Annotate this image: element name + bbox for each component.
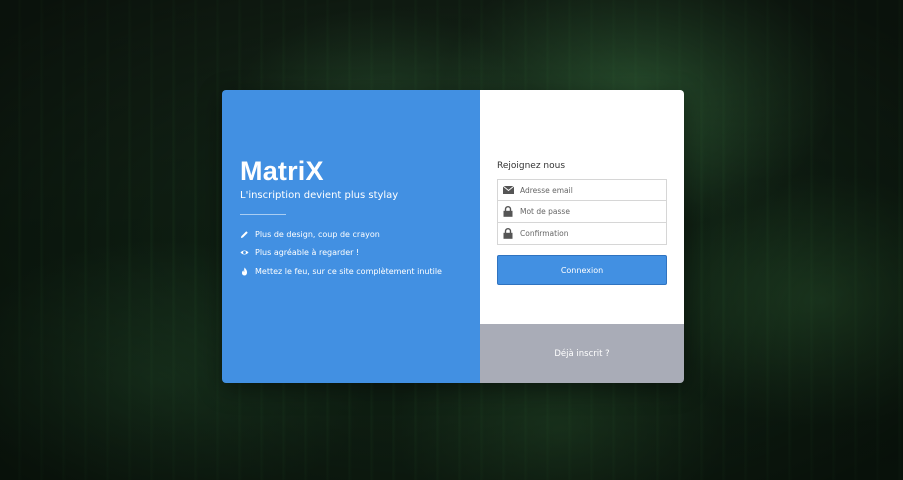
form-title: Rejoignez nous (497, 161, 566, 171)
password-field[interactable] (497, 201, 667, 223)
feature-list: Plus de design, coup de crayon Plus agré… (240, 225, 480, 281)
envelope-icon (498, 180, 518, 200)
password-input[interactable] (518, 207, 658, 216)
fire-icon (240, 267, 249, 276)
email-field[interactable] (497, 179, 667, 201)
feature-item: Plus agréable à regarder ! (240, 244, 480, 263)
brand-panel: MatriX L'inscription devient plus stylay… (222, 90, 480, 383)
connexion-button[interactable]: Connexion (497, 255, 667, 285)
pencil-icon (240, 230, 249, 239)
already-registered-link[interactable]: Déjà inscrit ? (554, 349, 609, 359)
confirm-field[interactable] (497, 223, 667, 245)
brand-tagline: L'inscription devient plus stylay (240, 190, 399, 201)
feature-item: Plus de design, coup de crayon (240, 225, 480, 244)
feature-item: Mettez le feu, sur ce site complètement … (240, 262, 480, 281)
signup-card: MatriX L'inscription devient plus stylay… (222, 90, 684, 383)
form-panel: Rejoignez nous Connexion (480, 90, 684, 383)
feature-label: Plus de design, coup de crayon (255, 229, 380, 239)
email-input[interactable] (518, 185, 658, 195)
feature-label: Mettez le feu, sur ce site complètement … (255, 266, 442, 276)
login-switch-panel: Déjà inscrit ? (480, 324, 684, 383)
signup-form: Rejoignez nous Connexion (480, 90, 684, 324)
lock-icon (498, 223, 518, 244)
brand-title: MatriX (240, 156, 324, 186)
brand-divider (240, 214, 286, 215)
lock-icon (498, 201, 518, 222)
feature-label: Plus agréable à regarder ! (255, 248, 360, 258)
confirm-input[interactable] (518, 229, 658, 238)
eye-icon (240, 248, 249, 257)
